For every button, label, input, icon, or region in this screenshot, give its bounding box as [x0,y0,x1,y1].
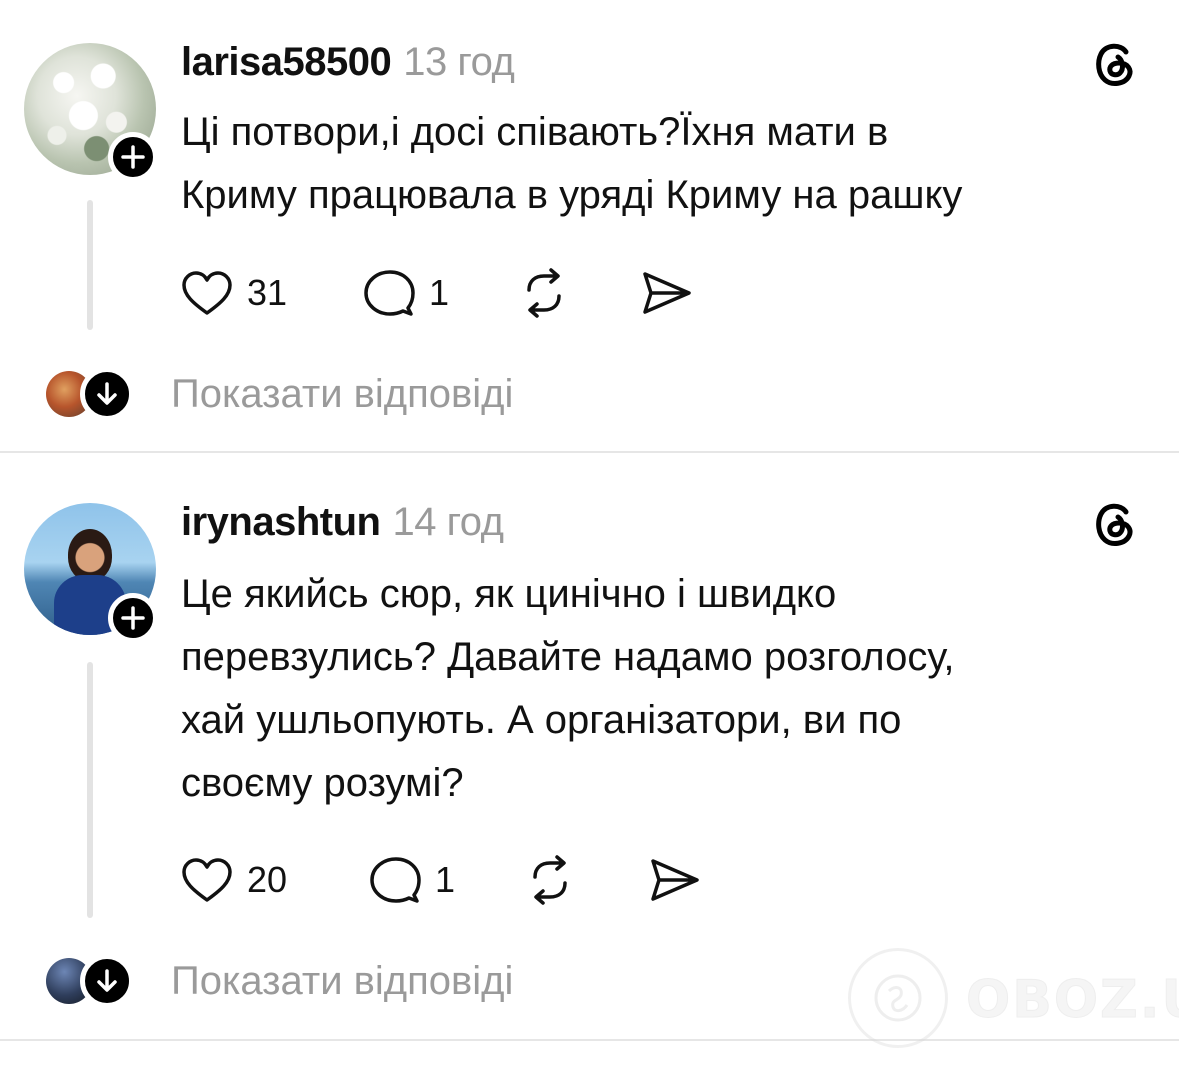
show-replies-row[interactable]: Показати відповіді [46,954,646,1008]
post-text-line: хай ушльопують. А організатори, ви по [181,698,902,742]
follow-plus-icon[interactable] [108,132,158,182]
heart-icon [182,858,232,902]
post-text-line: своєму розумі? [181,761,464,805]
post-text-line: Це якийсь сюр, як цинічно і швидко [181,572,837,616]
arrow-down-icon[interactable] [80,367,134,421]
post-time: 14 год [392,500,504,544]
follow-plus-icon[interactable] [108,593,158,643]
username[interactable]: irynashtun 14 год [181,498,504,546]
show-replies-row[interactable]: Показати відповіді [46,367,646,421]
send-icon [643,272,691,314]
comment-bubble-icon [364,270,415,316]
post-text-line: Ці потвори,і досі співають?Їхня мати в [181,110,889,154]
share-button[interactable] [637,268,693,318]
comment-bubble-icon [370,857,421,903]
post-text-line: Криму працювала в уряді Криму на рашку [181,173,963,217]
send-icon [651,859,699,901]
like-count: 31 [247,272,288,313]
show-replies-link[interactable]: Показати відповіді [171,368,513,420]
threads-logo-icon[interactable] [1088,36,1142,90]
post-text: Ці потвори,і досі співають?Їхня мати в К… [181,101,1141,227]
username[interactable]: larisa58500 13 год [181,38,515,86]
heart-icon [182,271,232,315]
share-button[interactable] [645,855,701,905]
show-replies-link[interactable]: Показати відповіді [171,955,513,1007]
post-divider [0,451,1179,453]
like-count: 20 [247,859,288,900]
reply-button[interactable]: 1 [363,268,449,318]
like-button[interactable]: 31 [181,268,287,318]
reply-button[interactable]: 1 [369,855,455,905]
comment-count: 1 [429,272,450,313]
threads-logo-icon[interactable] [1088,496,1142,550]
arrow-down-icon[interactable] [80,954,134,1008]
watermark-text: OBOZ.UA [965,970,1179,1031]
repost-button[interactable] [523,855,577,905]
like-button[interactable]: 20 [181,855,287,905]
post-text-line: перевзулись? Давайте надамо розголосу, [181,635,955,679]
oboz-watermark: OBOZ.UA [848,948,1179,1052]
thread-line [87,200,93,330]
username-text[interactable]: larisa58500 [181,40,392,84]
post-text: Це якийсь сюр, як цинічно і швидко перев… [181,563,1141,815]
repost-button[interactable] [517,268,571,318]
repost-icon [527,268,561,318]
username-text[interactable]: irynashtun [181,500,381,544]
post-time: 13 год [403,40,515,84]
thread-line [87,662,93,918]
watermark-logo-icon [848,948,948,1048]
repost-icon [533,855,567,905]
comment-count: 1 [435,859,456,900]
